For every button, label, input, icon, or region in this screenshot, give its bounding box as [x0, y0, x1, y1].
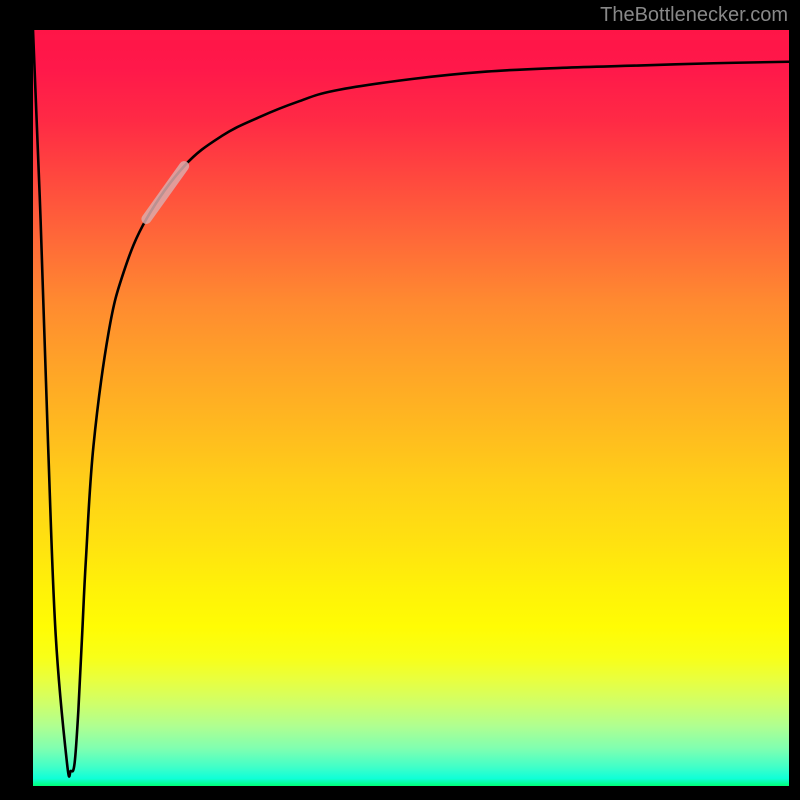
highlight-segment	[146, 166, 184, 219]
chart-plot-area	[33, 30, 789, 786]
chart-curve-layer	[33, 30, 789, 786]
source-attribution: TheBottlenecker.com	[600, 4, 788, 27]
bottleneck-curve	[33, 30, 789, 777]
